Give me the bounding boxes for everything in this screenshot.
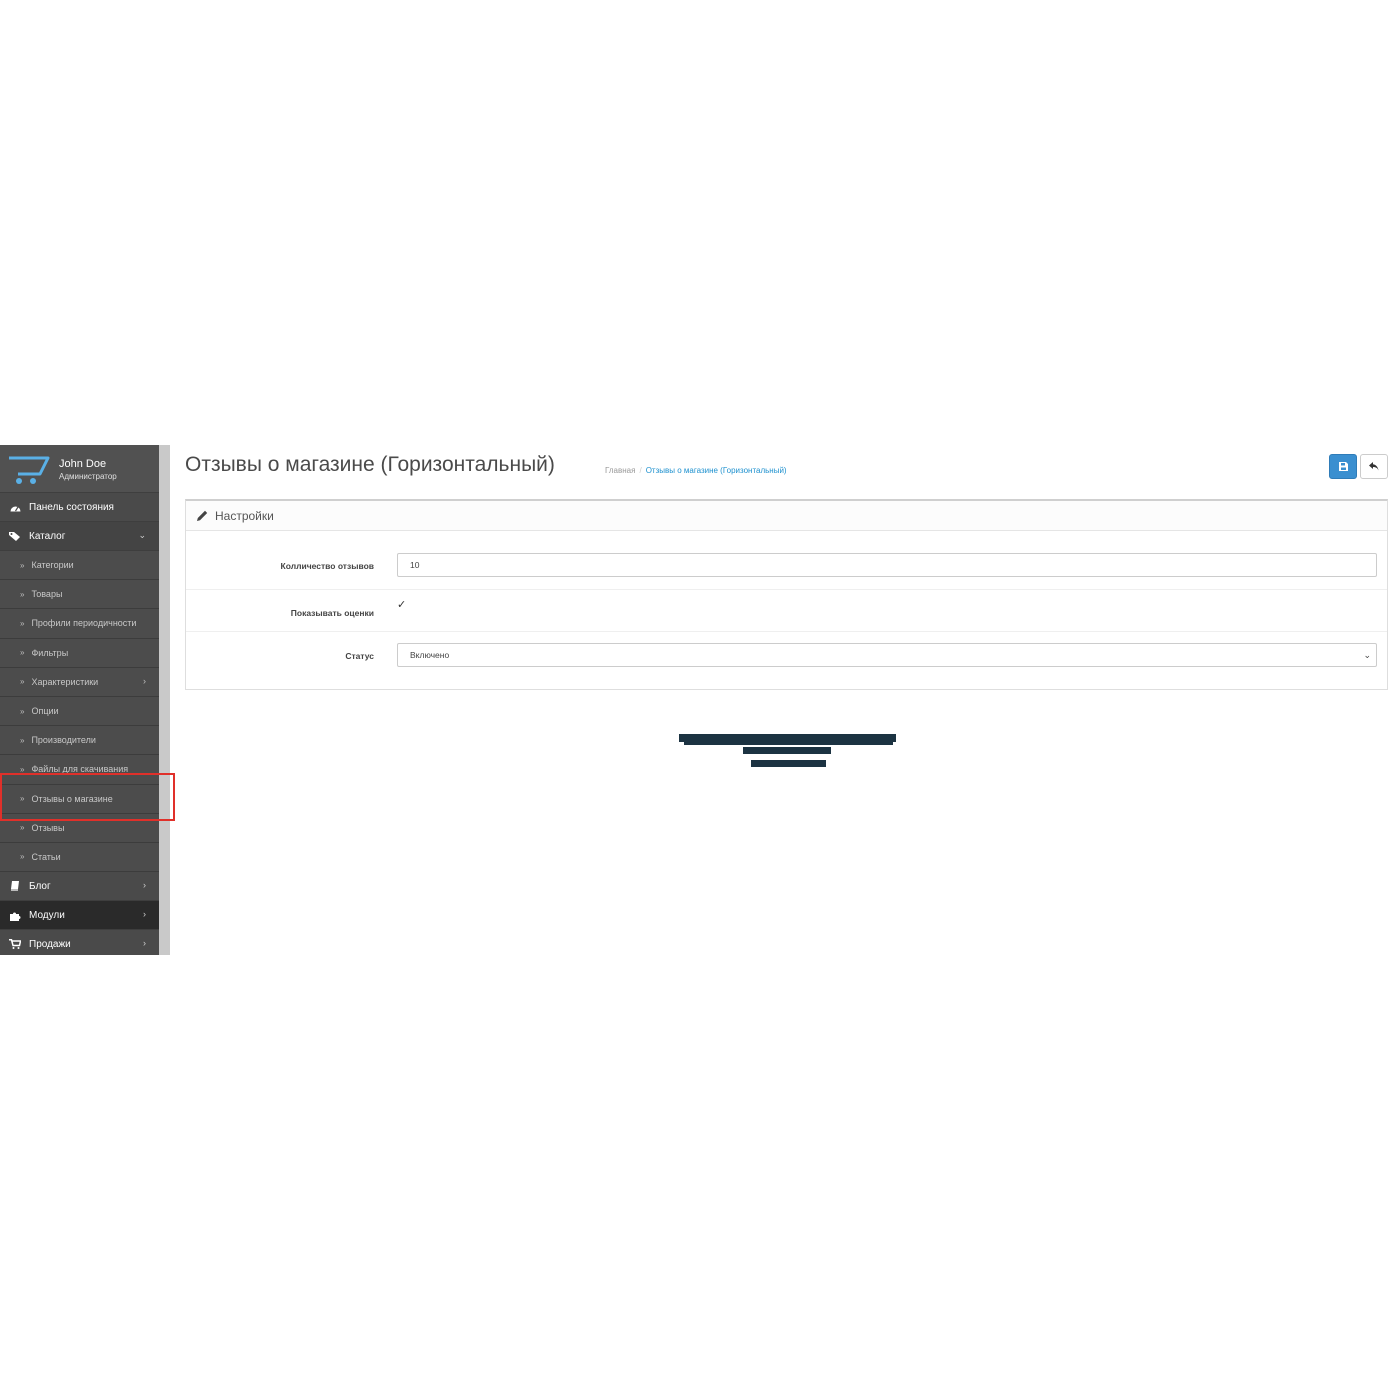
double-chevron-icon: »	[20, 794, 25, 804]
sidebar-item-options[interactable]: » Опции	[0, 696, 159, 727]
menu-item-label: Модули	[29, 909, 65, 921]
menu-item-label: Блог	[29, 880, 51, 892]
sidebar-item-categories[interactable]: » Категории	[0, 551, 159, 581]
sidebar-item-reviews[interactable]: » Отзывы	[0, 813, 159, 843]
double-chevron-icon: »	[20, 823, 25, 833]
double-chevron-icon: »	[20, 677, 25, 687]
double-chevron-icon: »	[20, 764, 25, 774]
status-select-value: Включено	[410, 650, 450, 660]
sidebar-scrollbar[interactable]	[159, 445, 170, 955]
reply-icon	[1369, 462, 1379, 471]
user-role: Администратор	[59, 472, 117, 481]
show-ratings-checkbox[interactable]: ✓	[397, 598, 406, 611]
back-button[interactable]	[1360, 454, 1388, 479]
double-chevron-icon: »	[20, 589, 25, 599]
form-row-status: Статус Включено ⌄	[186, 632, 1387, 691]
status-label: Статус	[345, 651, 374, 661]
sidebar-item-label: Профили периодичности	[31, 618, 137, 629]
settings-panel: Настройки Колличество отзывов 10 Показыв…	[185, 499, 1388, 690]
sidebar-item-label: Характеристики	[31, 676, 99, 687]
chevron-down-icon: ⌄	[138, 530, 146, 540]
dashboard-icon	[8, 503, 22, 512]
menu-item-modules[interactable]: Модули ›	[0, 901, 159, 931]
menu-item-blog[interactable]: Блог ›	[0, 872, 159, 902]
menu-item-dashboard[interactable]: Панель состояния	[0, 493, 159, 522]
redacted-footer-line	[684, 741, 893, 745]
sidebar: John Doe Администратор Панель состояния …	[0, 445, 159, 955]
sidebar-item-products[interactable]: » Товары	[0, 580, 159, 610]
chevron-right-icon: ›	[143, 675, 146, 686]
save-icon	[1338, 462, 1348, 471]
menu-item-sales[interactable]: Продажи ›	[0, 930, 159, 955]
panel-heading: Настройки	[186, 501, 1387, 531]
sidebar-item-label: Категории	[31, 560, 74, 571]
double-chevron-icon: »	[20, 560, 25, 570]
sidebar-item-label: Отзывы	[31, 822, 65, 833]
sidebar-item-label: Фильтры	[31, 647, 69, 658]
menu-item-label: Продажи	[29, 938, 71, 950]
count-label: Колличество отзывов	[280, 561, 374, 571]
sidebar-item-store-reviews[interactable]: » Отзывы о магазине	[0, 784, 159, 814]
chevron-right-icon: ›	[143, 909, 146, 920]
double-chevron-icon: »	[20, 852, 25, 862]
sidebar-item-label: Опции	[31, 706, 59, 717]
sidebar-item-label: Файлы для скачивания	[31, 764, 129, 775]
form-row-count: Колличество отзывов 10	[186, 531, 1387, 590]
chevron-down-icon: ⌄	[1363, 650, 1371, 660]
panel-heading-text: Настройки	[215, 508, 274, 523]
user-name: John Doe	[59, 458, 107, 470]
form-row-show-ratings: Показывать оценки ✓	[186, 590, 1387, 632]
sidebar-item-filters[interactable]: » Фильтры	[0, 638, 159, 668]
redacted-footer-line	[751, 760, 826, 767]
sidebar-item-downloads[interactable]: » Файлы для скачивания	[0, 755, 159, 785]
tags-icon	[8, 531, 22, 541]
double-chevron-icon: »	[20, 618, 25, 628]
menu-item-label: Панель состояния	[29, 501, 114, 513]
sidebar-item-manufacturers[interactable]: » Производители	[0, 726, 159, 756]
double-chevron-icon: »	[20, 648, 25, 658]
book-icon	[8, 881, 22, 892]
double-chevron-icon: »	[20, 735, 25, 745]
breadcrumb: Главная / Отзывы о магазине (Горизонтальны…	[605, 466, 787, 475]
count-input[interactable]: 10	[397, 553, 1377, 577]
user-profile[interactable]: John Doe Администратор	[0, 445, 159, 493]
status-select[interactable]: Включено ⌄	[397, 643, 1377, 667]
save-button[interactable]	[1329, 454, 1357, 479]
menu-item-label: Каталог	[29, 530, 66, 542]
sidebar-item-label: Отзывы о магазине	[31, 793, 113, 804]
admin-screenshot: John Doe Администратор Панель состояния …	[0, 445, 1400, 955]
sidebar-item-label: Товары	[31, 589, 63, 600]
pencil-icon	[197, 510, 208, 521]
double-chevron-icon: »	[20, 706, 25, 716]
sidebar-item-label: Производители	[31, 735, 96, 746]
sidebar-item-articles[interactable]: » Статьи	[0, 842, 159, 873]
breadcrumb-current[interactable]: Отзывы о магазине (Горизонтальный)	[646, 466, 787, 475]
breadcrumb-home[interactable]: Главная	[605, 466, 635, 475]
sidebar-item-recurring-profiles[interactable]: » Профили периодичности	[0, 609, 159, 639]
sidebar-item-label: Статьи	[31, 851, 61, 862]
chevron-right-icon: ›	[143, 938, 146, 949]
cart-icon	[8, 939, 22, 950]
cart-logo-icon	[9, 456, 50, 484]
redacted-footer-line	[743, 747, 831, 754]
sidebar-item-attributes[interactable]: » Характеристики ›	[0, 667, 159, 697]
chevron-right-icon: ›	[143, 880, 146, 891]
page-title: Отзывы о магазине (Горизонтальный)	[185, 453, 555, 476]
breadcrumb-separator: /	[639, 466, 642, 475]
menu-item-catalog[interactable]: Каталог ⌄	[0, 522, 159, 551]
puzzle-icon	[8, 910, 22, 921]
show-ratings-label: Показывать оценки	[290, 608, 374, 618]
